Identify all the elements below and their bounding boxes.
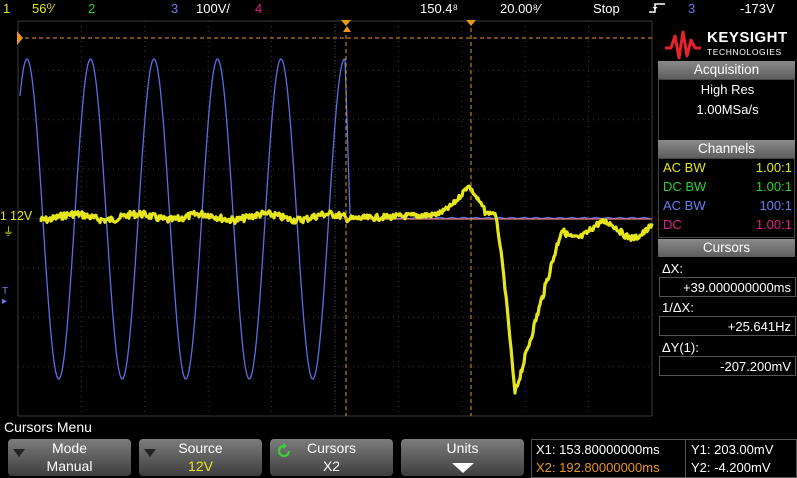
ch1-ground-marker[interactable]: 1 12V: [0, 209, 32, 223]
channel-row-4[interactable]: DC 1.00:1: [659, 217, 796, 235]
channel-coupling: AC BW: [663, 160, 706, 175]
dy-label: ΔY(1):: [662, 340, 699, 355]
channel-probe-ratio: 100:1: [759, 198, 792, 213]
menu-title: Cursors Menu: [4, 419, 92, 435]
cursors-header[interactable]: Cursors: [658, 239, 795, 257]
ch1-scale[interactable]: 56⁰⁄: [32, 1, 54, 17]
dy-value-box: -207.200mV: [659, 356, 796, 376]
channel-coupling: AC BW: [663, 198, 706, 213]
channel-probe-ratio: 1.00:1: [755, 160, 792, 175]
trigger-level-marker[interactable]: T ▸: [2, 287, 8, 307]
channel-row-2[interactable]: DC BW 1.00:1: [659, 179, 796, 197]
side-panel: KEYSIGHT TECHNOLOGIES Acquisition High R…: [657, 18, 797, 418]
channel-coupling: DC: [663, 217, 682, 232]
trigger-level[interactable]: -173V: [740, 1, 775, 16]
brand-name: KEYSIGHT: [707, 29, 788, 46]
y1-readout: Y1: 203.00mV: [691, 442, 774, 457]
time-delay[interactable]: 150.4⁸: [420, 1, 458, 16]
ch3-number[interactable]: 3: [171, 1, 178, 16]
source-value: 12V: [188, 458, 213, 474]
ch4-number[interactable]: 4: [255, 1, 262, 16]
mode-value: Manual: [46, 458, 93, 474]
time-scale[interactable]: 20.00⁸⁄: [500, 1, 540, 16]
keysight-wave-icon: [665, 30, 701, 60]
channels-header[interactable]: Channels: [658, 140, 795, 158]
run-state[interactable]: Stop: [593, 1, 620, 16]
cursors-label: Cursors: [306, 440, 356, 456]
ch1-number[interactable]: 1: [3, 1, 10, 16]
mode-softkey[interactable]: Mode Manual: [8, 439, 131, 476]
trigger-arrow-icon: ▸: [2, 296, 8, 307]
cursors-softkey[interactable]: Cursors X2: [270, 439, 393, 476]
y2-readout: Y2: -4.200mV: [691, 460, 771, 475]
x1-readout: X1: 153.80000000ms: [536, 442, 660, 457]
trigger-source[interactable]: 3: [688, 1, 695, 16]
channel-row-1[interactable]: AC BW 1.00:1: [659, 160, 796, 178]
channels-panel: AC BW 1.00:1 DC BW 1.00:1 AC BW 100:1 DC 1.00:1: [658, 158, 795, 238]
channel-coupling: DC BW: [663, 179, 707, 194]
submenu-down-arrow-icon: [452, 463, 474, 473]
dx-value-box: +39.000000000ms: [659, 277, 796, 297]
inv-dx-value: +25.641Hz: [727, 319, 791, 334]
acquisition-panel: High Res 1.00MSa/s: [658, 79, 795, 141]
source-softkey[interactable]: Source 12V: [139, 439, 262, 476]
acquisition-mode: High Res: [700, 82, 755, 97]
dy-value: -207.200mV: [720, 359, 791, 374]
channel-probe-ratio: 1.00:1: [755, 217, 792, 232]
ch1-marker-number: 1: [0, 209, 7, 223]
ch2-number[interactable]: 2: [88, 1, 95, 16]
ch1-label: 12V: [10, 209, 33, 223]
cursor-readout: X1: 153.80000000ms X2: 192.80000000ms Y1…: [531, 439, 797, 478]
readout-divider: [685, 440, 686, 477]
status-bar: 1 56⁰⁄ 2 3 100V/ 4 150.4⁸ 20.00⁸⁄ Stop 3…: [0, 0, 797, 18]
units-label: Units: [446, 440, 479, 456]
ch3-scale[interactable]: 100V/: [196, 1, 230, 16]
brand-sub: TECHNOLOGIES: [707, 47, 782, 57]
x2-readout: X2: 192.80000000ms: [536, 460, 660, 475]
inv-dx-value-box: +25.641Hz: [659, 316, 796, 336]
dx-label: ΔX:: [662, 261, 683, 276]
mode-label: Mode: [51, 440, 88, 456]
dx-value: +39.000000000ms: [682, 280, 791, 295]
trigger-edge-icon: [648, 1, 666, 18]
cursors-value: X2: [322, 458, 341, 474]
source-label: Source: [178, 440, 223, 456]
acquisition-header[interactable]: Acquisition: [658, 61, 795, 79]
channel-probe-ratio: 1.00:1: [755, 179, 792, 194]
channel-row-3[interactable]: AC BW 100:1: [659, 198, 796, 216]
ground-icon: ⏚: [3, 226, 14, 238]
waveform-graticule[interactable]: [0, 18, 657, 418]
inv-dx-label: 1/ΔX:: [662, 300, 694, 315]
waveform-display[interactable]: 1 12V ⏚ T ▸: [0, 18, 657, 418]
cursors-panel: ΔX: +39.000000000ms 1/ΔX: +25.641Hz ΔY(1…: [658, 257, 796, 418]
units-softkey[interactable]: Units: [401, 439, 524, 476]
acquisition-rate: 1.00MSa/s: [696, 102, 759, 117]
